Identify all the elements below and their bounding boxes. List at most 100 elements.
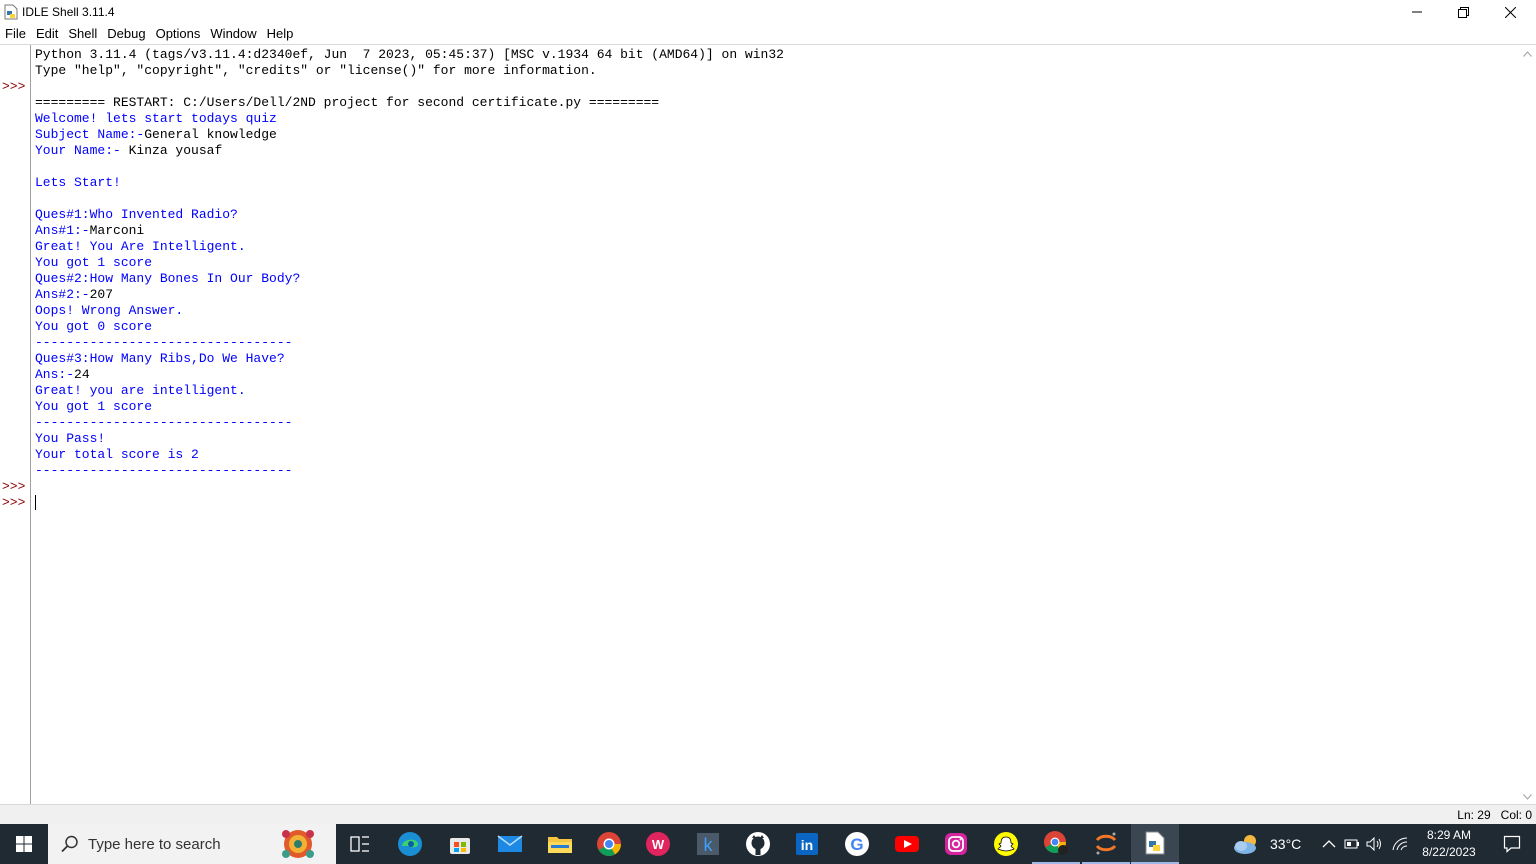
shell-line: Type "help", "copyright", "credits" or "… [35,63,1515,79]
scroll-up-arrow[interactable] [1519,45,1536,62]
svg-text:W: W [652,837,665,852]
shell-line: Ques#1:Who Invented Radio? [35,207,1515,223]
status-bar: Ln: 29 Col: 0 [0,804,1536,824]
battery-icon[interactable] [1344,838,1360,850]
python-file-icon [4,4,18,20]
youtube-icon [895,836,919,852]
taskbar-github[interactable] [734,824,782,864]
program-output: You Pass! [35,431,106,446]
taskbar-idle[interactable] [1131,824,1179,864]
shell-line: --------------------------------- [35,415,1515,431]
shell-text[interactable]: Python 3.11.4 (tags/v3.11.4:d2340ef, Jun… [35,45,1515,805]
shell-line: You got 0 score [35,319,1515,335]
notifications-button[interactable] [1488,824,1536,864]
scroll-down-arrow[interactable] [1519,788,1536,805]
shell-line: Lets Start! [35,175,1515,191]
svg-text:G: G [850,835,863,854]
jupyter-icon [1095,832,1117,855]
taskbar-edge[interactable] [386,824,434,864]
taskbar-youtube[interactable] [883,824,931,864]
taskbar-file-explorer[interactable] [536,824,584,864]
shell-line: You Pass! [35,431,1515,447]
menu-options[interactable]: Options [151,25,206,43]
program-output: --------------------------------- [35,463,293,478]
edge-icon [398,832,422,856]
taskbar-mail[interactable] [486,824,534,864]
menu-edit[interactable]: Edit [31,25,63,43]
shell-line: Great! you are intelligent. [35,383,1515,399]
chevron-up-icon [1523,50,1532,57]
menu-debug[interactable]: Debug [102,25,150,43]
start-button[interactable] [0,824,48,864]
shell-line: --------------------------------- [35,335,1515,351]
menu-help[interactable]: Help [262,25,299,43]
menu-file[interactable]: File [0,25,31,43]
title-bar[interactable]: IDLE Shell 3.11.4 [0,0,1536,24]
taskbar-jupyter[interactable] [1082,824,1130,864]
taskbar-chrome[interactable] [585,824,633,864]
chrome-icon [597,832,621,857]
clock-date: 8/22/2023 [1422,845,1476,859]
taskbar-kotlin[interactable]: k [684,824,732,864]
vertical-scrollbar[interactable] [1519,45,1536,805]
linkedin-icon: in [796,833,818,855]
shell-line: ========= RESTART: C:/Users/Dell/2ND pro… [35,95,1515,111]
shell-text-line: Type "help", "copyright", "credits" or "… [35,63,597,78]
taskbar-wps[interactable]: W [634,824,682,864]
shell-text-line: Python 3.11.4 (tags/v3.11.4:d2340ef, Jun… [35,47,784,62]
taskbar-chrome-profile[interactable] [1032,824,1080,864]
menu-shell[interactable]: Shell [63,25,102,43]
taskbar-instagram[interactable] [932,824,980,864]
menu-window[interactable]: Window [205,25,261,43]
program-output: Oops! Wrong Answer. [35,303,184,318]
taskbar-store[interactable] [436,824,484,864]
chevron-down-icon [1523,793,1532,800]
taskbar-clock[interactable]: 8:29 AM 8/22/2023 [1414,827,1484,861]
program-output: Ques#3:How Many Ribs,Do We Have? [35,351,285,366]
close-button[interactable] [1487,0,1533,24]
program-output: Ans:- [35,367,75,382]
python-idle-icon [1145,831,1165,855]
taskbar-google[interactable]: G [833,824,881,864]
program-output: Ans#1:- [35,223,90,238]
shell-line: You got 1 score [35,399,1515,415]
chevron-up-icon[interactable] [1322,839,1336,849]
program-output: Ques#1:Who Invented Radio? [35,207,238,222]
cloudy-weather-icon [1234,835,1256,854]
windows-taskbar: Type here to search W k in G 33°C 8:29 A… [0,824,1536,864]
shell-prompt: >>> [2,495,26,510]
svg-text:k: k [704,835,714,855]
task-view-icon [350,836,369,852]
weather-widget[interactable]: 33°C [1232,824,1301,864]
program-output: You got 1 score [35,255,153,270]
search-placeholder: Type here to search [88,835,221,853]
taskbar-search-box[interactable]: Type here to search [48,824,336,864]
program-output: Welcome! lets start todays quiz [35,111,277,126]
program-output: Lets Start! [35,175,121,190]
speaker-icon[interactable] [1366,837,1384,851]
instagram-icon [945,833,967,855]
shell-line: Your Name:- Kinza yousaf [35,143,1515,159]
shell-line: Ques#3:How Many Ribs,Do We Have? [35,351,1515,367]
shell-prompt: >>> [2,79,26,94]
windows-logo-icon [16,836,32,852]
folder-icon [548,837,572,853]
task-view-button[interactable] [336,824,384,864]
shell-line: Your total score is 2 [35,447,1515,463]
search-icon [61,835,78,853]
microsoft-store-icon [450,838,470,854]
user-input: 24 [74,367,90,382]
minimize-button[interactable] [1394,0,1440,24]
taskbar-snapchat[interactable] [982,824,1030,864]
text-caret [35,495,36,510]
chrome-profile-icon [1044,831,1068,855]
shell-line: --------------------------------- [35,463,1515,479]
shell-editor[interactable]: >>> >>> >>> Python 3.11.4 (tags/v3.11.4:… [0,44,1536,805]
taskbar-linkedin[interactable]: in [783,824,831,864]
restore-button[interactable] [1440,0,1486,24]
system-tray [1322,824,1408,864]
wifi-icon[interactable] [1392,837,1408,851]
